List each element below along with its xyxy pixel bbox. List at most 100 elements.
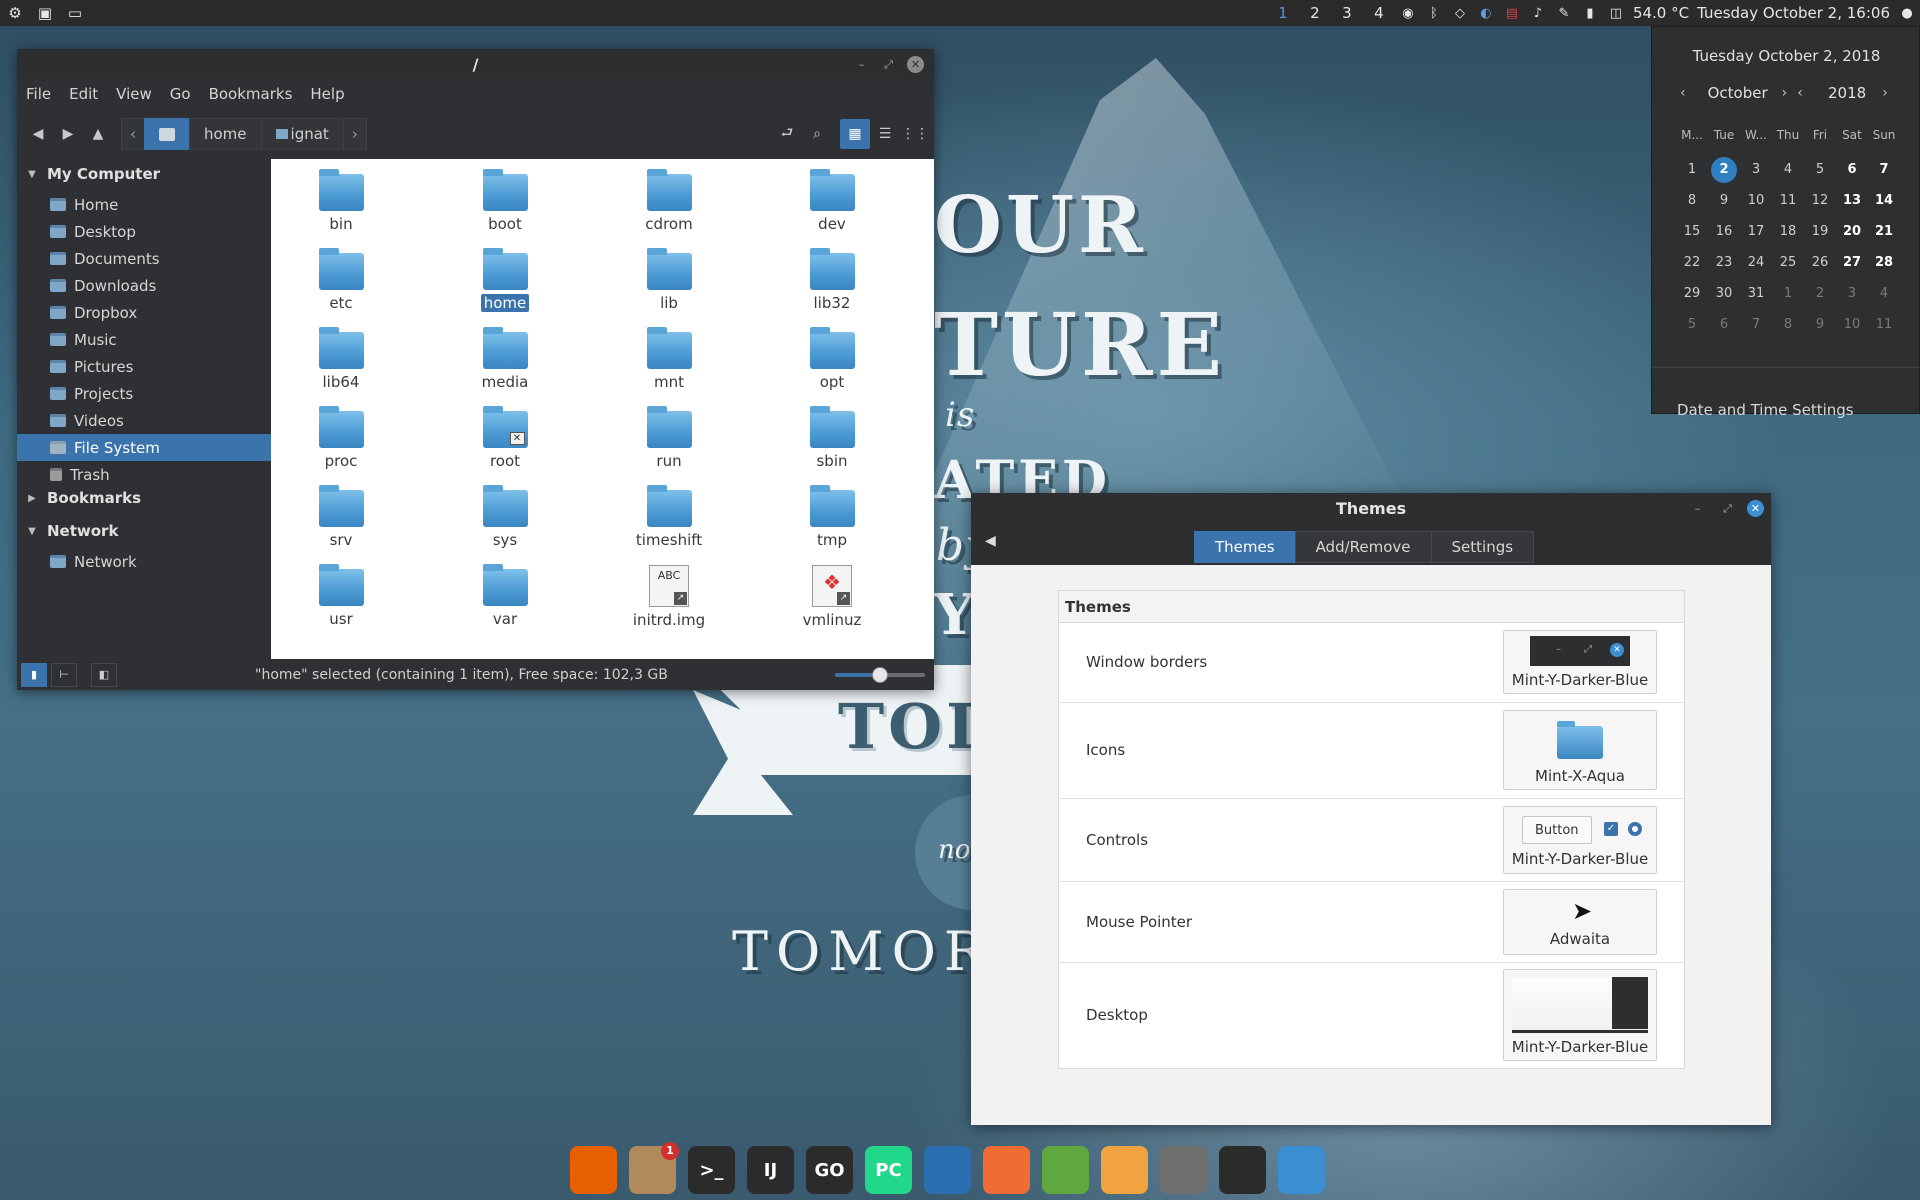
file-item-timeshift[interactable]: timeshift xyxy=(604,478,734,550)
prev-year-icon[interactable]: ‹ xyxy=(1797,85,1803,101)
tree-toggle-icon[interactable]: ⊢ xyxy=(51,662,77,687)
sidebar-section-my-computer[interactable]: ▼ My Computer xyxy=(25,165,160,183)
bluetooth-icon[interactable]: ᛒ xyxy=(1425,4,1443,22)
icon-view-icon[interactable]: ▦ xyxy=(840,119,870,149)
toggle-location-icon[interactable]: ⮐ xyxy=(772,119,802,149)
calendar-day[interactable]: 8 xyxy=(1676,193,1708,208)
calendar-day[interactable]: 22 xyxy=(1676,255,1708,270)
expander-closed-icon[interactable]: ▶ xyxy=(25,493,39,504)
next-month-icon[interactable]: › xyxy=(1782,85,1788,101)
music-icon[interactable]: ♪ xyxy=(1529,4,1547,22)
calendar-day[interactable]: 11 xyxy=(1772,193,1804,208)
goland-icon[interactable]: GO xyxy=(806,1146,853,1194)
calendar-day[interactable]: 4 xyxy=(1868,286,1900,301)
files-icon[interactable] xyxy=(1278,1146,1325,1194)
sidebar-item-file-system[interactable]: File System xyxy=(17,434,271,461)
terminal-icon[interactable]: >_ xyxy=(688,1146,735,1194)
sidebar-section-bookmarks[interactable]: ▶ Bookmarks xyxy=(25,489,141,507)
calendar-day-today[interactable]: 2 xyxy=(1708,156,1740,183)
keepass-icon[interactable] xyxy=(1042,1146,1089,1194)
sidebar-item-dropbox[interactable]: Dropbox xyxy=(17,299,271,326)
calendar-day[interactable]: 7 xyxy=(1740,317,1772,332)
file-item-var[interactable]: var xyxy=(440,557,570,629)
calendar-day[interactable]: 10 xyxy=(1836,317,1868,332)
calendar-day[interactable]: 9 xyxy=(1804,317,1836,332)
pycharm-icon[interactable]: PC xyxy=(865,1146,912,1194)
tab-themes[interactable]: Themes xyxy=(1194,531,1296,563)
file-item-opt[interactable]: opt xyxy=(767,320,897,392)
sidebar-item-downloads[interactable]: Downloads xyxy=(17,272,271,299)
prev-month-icon[interactable]: ‹ xyxy=(1680,85,1686,101)
calendar-day[interactable]: 27 xyxy=(1836,255,1868,270)
icons-chooser[interactable]: Mint-X-Aqua xyxy=(1503,710,1657,790)
sidebar-item-documents[interactable]: Documents xyxy=(17,245,271,272)
expander-open-icon[interactable]: ▼ xyxy=(25,169,39,180)
mail-icon[interactable]: 1 xyxy=(629,1142,679,1194)
show-desktop-icon[interactable]: ▣ xyxy=(33,2,57,24)
temperature-readout[interactable]: 54.0 °C xyxy=(1633,4,1689,22)
window-list-icon[interactable]: ▭ xyxy=(63,2,87,24)
calendar-day[interactable]: 9 xyxy=(1708,193,1740,208)
file-item-bin[interactable]: bin xyxy=(276,162,406,234)
menu-file[interactable]: File xyxy=(17,85,60,103)
back-icon[interactable]: ◀ xyxy=(23,119,53,149)
menu-edit[interactable]: Edit xyxy=(60,85,107,103)
search-icon[interactable]: ⌕ xyxy=(802,119,832,149)
postman-icon[interactable] xyxy=(983,1146,1030,1194)
intellij-icon[interactable]: IJ xyxy=(747,1146,794,1194)
next-year-icon[interactable]: › xyxy=(1882,85,1888,101)
file-item-sys[interactable]: sys xyxy=(440,478,570,550)
firefox-icon[interactable] xyxy=(570,1146,617,1194)
calendar-day[interactable]: 29 xyxy=(1676,286,1708,301)
calendar-day[interactable]: 28 xyxy=(1868,255,1900,270)
file-item-cdrom[interactable]: cdrom xyxy=(604,162,734,234)
minimize-button[interactable]: – xyxy=(1689,500,1706,517)
calendar-day[interactable]: 8 xyxy=(1772,317,1804,332)
workspace-4[interactable]: 4 xyxy=(1367,4,1391,22)
tab-settings[interactable]: Settings xyxy=(1430,531,1535,563)
expander-open-icon[interactable]: ▼ xyxy=(25,526,39,537)
desktop-chooser[interactable]: Mint-Y-Darker-Blue xyxy=(1503,969,1657,1061)
themes-titlebar[interactable]: Themes xyxy=(971,493,1771,523)
sidebar-item-music[interactable]: Music xyxy=(17,326,271,353)
controls-chooser[interactable]: Button ✓ Mint-Y-Darker-Blue xyxy=(1503,806,1657,874)
close-button[interactable]: ✕ xyxy=(907,56,924,73)
calendar-day[interactable]: 3 xyxy=(1836,286,1868,301)
calendar-day[interactable]: 11 xyxy=(1868,317,1900,332)
settings-icon[interactable] xyxy=(1160,1146,1207,1194)
file-item-home[interactable]: home xyxy=(440,241,570,313)
calendar-day[interactable]: 24 xyxy=(1740,255,1772,270)
sidebar-toggle-icon[interactable]: ◧ xyxy=(91,662,117,687)
close-button[interactable]: ✕ xyxy=(1747,500,1764,517)
calendar-day[interactable]: 6 xyxy=(1708,317,1740,332)
workspace-1[interactable]: 1 xyxy=(1271,4,1295,22)
zoom-slider[interactable] xyxy=(835,667,925,683)
calendar-day[interactable]: 17 xyxy=(1740,224,1772,239)
calendar-day[interactable]: 26 xyxy=(1804,255,1836,270)
file-item-media[interactable]: media xyxy=(440,320,570,392)
tab-add-remove[interactable]: Add/Remove xyxy=(1294,531,1432,563)
calendar-day[interactable]: 6 xyxy=(1836,162,1868,177)
file-item-proc[interactable]: proc xyxy=(276,399,406,471)
calendar-day[interactable]: 5 xyxy=(1676,317,1708,332)
date-time-settings-link[interactable]: Date and Time Settings xyxy=(1677,401,1854,419)
dropbox-icon[interactable]: ◇ xyxy=(1451,4,1469,22)
sidebar-item-projects[interactable]: Projects xyxy=(17,380,271,407)
breadcrumb-root[interactable] xyxy=(144,118,190,150)
back-arrow-icon[interactable]: ◀ xyxy=(985,533,996,549)
zoom-slider-handle[interactable] xyxy=(872,667,888,683)
calendar-day[interactable]: 1 xyxy=(1772,286,1804,301)
file-item-usr[interactable]: usr xyxy=(276,557,406,629)
calendar-day[interactable]: 10 xyxy=(1740,193,1772,208)
places-toggle-icon[interactable]: ▮ xyxy=(21,662,47,687)
workspace-2[interactable]: 2 xyxy=(1303,4,1327,22)
calendar-day[interactable]: 3 xyxy=(1740,162,1772,177)
sidebar-item-desktop[interactable]: Desktop xyxy=(17,218,271,245)
breadcrumb-home[interactable]: home xyxy=(189,118,262,150)
file-item-run[interactable]: run xyxy=(604,399,734,471)
pen-icon[interactable]: ✎ xyxy=(1555,4,1573,22)
user-icon[interactable]: ● xyxy=(1898,4,1916,22)
calendar-day[interactable]: 30 xyxy=(1708,286,1740,301)
sidebar-item-network[interactable]: Network xyxy=(17,548,271,575)
breadcrumb-left-icon[interactable]: ‹ xyxy=(121,118,145,150)
